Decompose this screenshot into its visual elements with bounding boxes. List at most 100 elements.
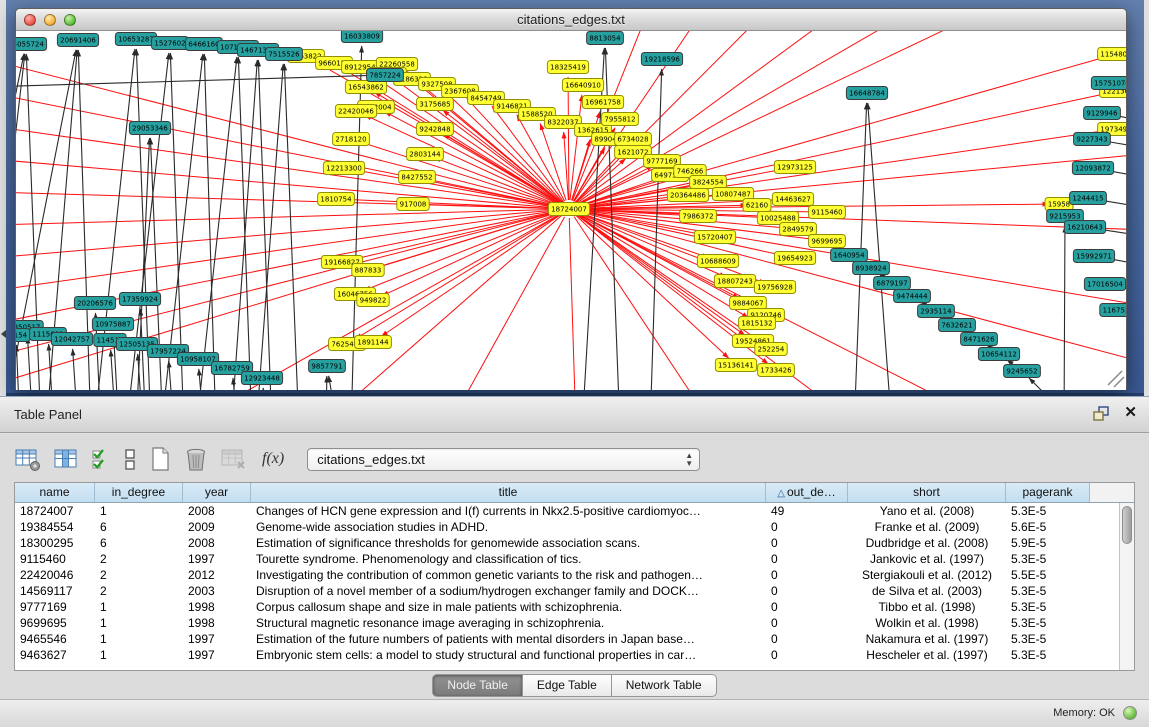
- graph-node[interactable]: 2803144: [407, 148, 444, 161]
- table-row[interactable]: 1872400712008Changes of HCN gene express…: [15, 503, 1134, 519]
- graph-node[interactable]: 15136141: [715, 359, 756, 372]
- graph-node[interactable]: 17359924: [119, 293, 160, 306]
- graph-node[interactable]: 6879197: [874, 277, 911, 290]
- graph-node[interactable]: 949822: [357, 294, 389, 307]
- graph-node[interactable]: 9245652: [1004, 365, 1041, 378]
- graph-node[interactable]: 1244415: [1070, 192, 1107, 205]
- graph-node[interactable]: 10653287: [115, 33, 156, 46]
- table-vertical-scrollbar[interactable]: [1119, 503, 1134, 670]
- graph-node[interactable]: 20691406: [57, 34, 98, 47]
- new-document-icon[interactable]: [148, 446, 172, 472]
- column-header-title[interactable]: title: [251, 483, 766, 502]
- graph-node[interactable]: 22420046: [335, 105, 376, 118]
- column-header-name[interactable]: name: [15, 483, 95, 502]
- graph-node[interactable]: 20364486: [667, 189, 708, 202]
- graph-node[interactable]: 15720407: [694, 231, 735, 244]
- network-canvas[interactable]: 1872400779638229660128891295416543862234…: [16, 31, 1126, 390]
- graph-node[interactable]: 1815132: [739, 317, 776, 330]
- graph-node[interactable]: 15751074: [1091, 77, 1126, 90]
- graph-node[interactable]: 12973125: [774, 161, 815, 174]
- graph-node[interactable]: 16648784: [846, 87, 887, 100]
- graph-node[interactable]: 9884067: [730, 297, 767, 310]
- table-selector-dropdown[interactable]: citations_edges.txt ▲▼: [307, 448, 700, 471]
- graph-node[interactable]: 1640954: [831, 249, 868, 262]
- select-rows-icon[interactable]: [90, 447, 112, 472]
- scrollbar-thumb[interactable]: [1122, 506, 1132, 544]
- graph-node[interactable]: 1733426: [758, 364, 795, 377]
- table-row[interactable]: 911546021997Tourette syndrome. Phenomeno…: [15, 551, 1134, 567]
- float-panel-icon[interactable]: [1092, 405, 1110, 421]
- graph-node[interactable]: 7986372: [680, 210, 717, 223]
- graph-node[interactable]: 20206576: [74, 297, 115, 310]
- graph-node[interactable]: 29053346: [129, 122, 170, 135]
- graph-node[interactable]: 1527602: [152, 37, 189, 50]
- graph-node[interactable]: 917008: [397, 198, 429, 211]
- graph-node[interactable]: 15958: [1045, 198, 1073, 211]
- graph-node[interactable]: 16033809: [341, 31, 382, 43]
- graph-node[interactable]: 10654112: [978, 348, 1019, 361]
- graph-node[interactable]: 16210643: [1064, 221, 1105, 234]
- graph-node[interactable]: 7515526: [266, 48, 303, 61]
- tab-node-table[interactable]: Node Table: [432, 674, 523, 697]
- collapse-panel-arrow-icon[interactable]: [1, 330, 6, 338]
- graph-node[interactable]: 19756928: [754, 281, 795, 294]
- delete-table-icon[interactable]: [220, 447, 248, 472]
- graph-node[interactable]: 17016504: [1084, 278, 1125, 291]
- graph-node[interactable]: 24055724: [16, 38, 47, 51]
- graph-node[interactable]: 39154: [16, 329, 30, 342]
- table-row[interactable]: 946362711997Embryonic stem cells: a mode…: [15, 647, 1134, 663]
- graph-node[interactable]: 3175685: [417, 98, 454, 111]
- graph-node[interactable]: 12923448: [241, 372, 282, 385]
- graph-node[interactable]: 18325419: [547, 61, 588, 74]
- graph-node[interactable]: 116753: [1100, 304, 1126, 317]
- graph-node[interactable]: 7857224: [367, 69, 404, 82]
- close-panel-icon[interactable]: ✕: [1124, 405, 1137, 421]
- graph-node[interactable]: 9227343: [1074, 133, 1111, 146]
- column-header-in_degree[interactable]: in_degree: [95, 483, 183, 502]
- graph-node[interactable]: 7632621: [939, 319, 976, 332]
- graph-node[interactable]: 14463627: [772, 193, 813, 206]
- graph-node[interactable]: 887833: [352, 264, 384, 277]
- memory-status-icon[interactable]: [1123, 706, 1137, 720]
- table-row[interactable]: 969969511998Structural magnetic resonanc…: [15, 615, 1134, 631]
- tab-network-table[interactable]: Network Table: [612, 674, 717, 697]
- graph-node[interactable]: 1810754: [318, 193, 355, 206]
- function-builder-icon[interactable]: f(x): [262, 450, 284, 468]
- graph-node[interactable]: 8427552: [399, 171, 436, 184]
- table-row[interactable]: 1830029562008Estimation of significance …: [15, 535, 1134, 551]
- graph-node[interactable]: 16543862: [345, 81, 386, 94]
- graph-node[interactable]: 12213300: [323, 162, 364, 175]
- graph-node[interactable]: 2849579: [780, 223, 817, 236]
- graph-node[interactable]: 9242848: [417, 123, 454, 136]
- graph-node[interactable]: 16961758: [582, 96, 623, 109]
- table-row[interactable]: 1938455462009Genome-wide association stu…: [15, 519, 1134, 535]
- graph-node[interactable]: 8813054: [587, 32, 624, 45]
- delete-rows-icon[interactable]: [183, 446, 209, 472]
- graph-node[interactable]: 7955812: [602, 113, 639, 126]
- network-window-titlebar[interactable]: citations_edges.txt: [16, 9, 1126, 31]
- graph-node[interactable]: 2935114: [918, 305, 955, 318]
- graph-node[interactable]: 18807243: [714, 275, 755, 288]
- graph-node[interactable]: 12042757: [51, 333, 92, 346]
- table-row[interactable]: 977716911998Corpus callosum shape and si…: [15, 599, 1134, 615]
- graph-node[interactable]: 16640910: [562, 79, 603, 92]
- graph-node[interactable]: 3824554: [690, 176, 727, 189]
- graph-node[interactable]: 19654923: [774, 252, 815, 265]
- graph-node[interactable]: 8938924: [853, 262, 890, 275]
- table-row[interactable]: 1456911722003Disruption of a novel membe…: [15, 583, 1134, 599]
- graph-node[interactable]: 9129946: [1084, 107, 1121, 120]
- graph-node[interactable]: 9115460: [809, 206, 846, 219]
- merge-rows-icon[interactable]: [123, 447, 137, 472]
- graph-node[interactable]: 1154808: [1098, 48, 1126, 61]
- graph-node[interactable]: 2718120: [333, 133, 370, 146]
- graph-node[interactable]: 12093872: [1072, 162, 1113, 175]
- graph-node[interactable]: 15992971: [1073, 250, 1114, 263]
- graph-node[interactable]: 19218596: [641, 53, 682, 66]
- graph-node[interactable]: 10688609: [697, 255, 738, 268]
- graph-node[interactable]: 6466160: [186, 38, 223, 51]
- graph-node[interactable]: 10975887: [92, 318, 133, 331]
- column-header-short[interactable]: short: [848, 483, 1006, 502]
- column-header-pagerank[interactable]: pagerank: [1006, 483, 1090, 502]
- graph-node[interactable]: 9699695: [809, 235, 846, 248]
- table-row[interactable]: 946554611997Estimation of the future num…: [15, 631, 1134, 647]
